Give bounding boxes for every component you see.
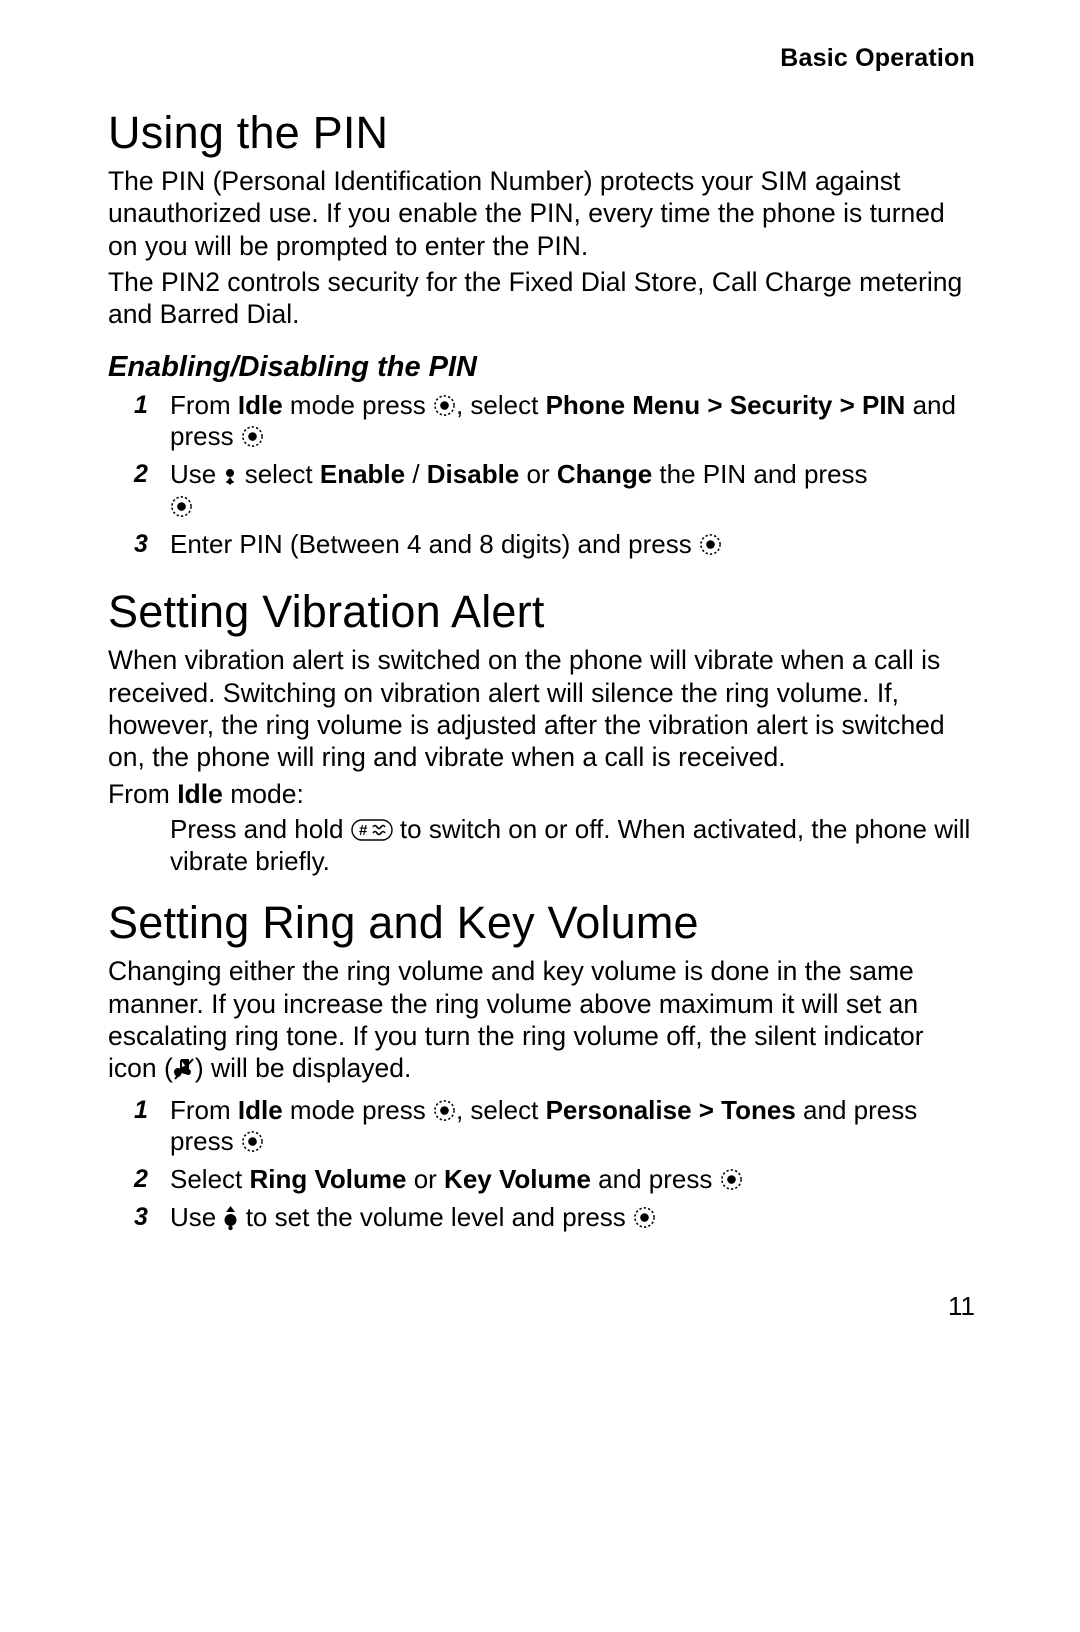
paragraph: Changing either the ring volume and key …	[108, 955, 975, 1084]
hash-key-icon: #	[351, 819, 393, 841]
nav-updown-icon	[223, 464, 237, 488]
subheading-enable-disable-pin: Enabling/Disabling the PIN	[108, 351, 975, 384]
step-item: 3 Use to set the volume level and press	[170, 1202, 975, 1234]
silent-indicator-icon	[173, 1057, 195, 1081]
step-number: 1	[134, 1095, 148, 1126]
disable-label: Disable	[427, 459, 520, 489]
change-label: Change	[557, 459, 652, 489]
step-text: /	[405, 459, 427, 489]
manual-page: Basic Operation Using the PIN The PIN (P…	[0, 0, 1080, 1632]
step-text: Use	[170, 1202, 223, 1232]
nav-select-icon	[699, 533, 722, 556]
step-item: 1 From Idle mode press , select Phone Me…	[170, 390, 975, 453]
nav-up-icon	[223, 1206, 238, 1232]
step-text: and press	[796, 1095, 917, 1125]
menu-path: Personalise > Tones	[546, 1095, 796, 1125]
step-text: select	[245, 459, 320, 489]
text: mode:	[223, 779, 304, 809]
idle-label: Idle	[238, 1095, 283, 1125]
paragraph: The PIN (Personal Identification Number)…	[108, 165, 975, 262]
text: ) will be displayed.	[195, 1053, 412, 1083]
step-text: to set the volume level and press	[246, 1202, 633, 1232]
enable-label: Enable	[320, 459, 405, 489]
step-list: 1 From Idle mode press , select Personal…	[108, 1095, 975, 1234]
heading-using-the-pin: Using the PIN	[108, 107, 975, 159]
idle-label: Idle	[238, 390, 283, 420]
nav-select-icon	[241, 1130, 264, 1153]
ring-volume-label: Ring Volume	[250, 1164, 407, 1194]
indented-instruction: Press and hold # to switch on or off. Wh…	[170, 814, 975, 877]
heading-ring-key-volume: Setting Ring and Key Volume	[108, 897, 975, 949]
step-number: 2	[134, 459, 148, 490]
step-item: 1 From Idle mode press , select Personal…	[170, 1095, 975, 1158]
step-number: 3	[134, 529, 148, 560]
step-text: mode press	[283, 1095, 433, 1125]
step-text: Use	[170, 459, 223, 489]
step-text: Enter PIN (Between 4 and 8 digits) and p…	[170, 529, 699, 559]
running-head: Basic Operation	[108, 44, 975, 73]
step-number: 1	[134, 390, 148, 421]
step-number: 3	[134, 1202, 148, 1233]
nav-select-icon	[170, 495, 193, 518]
step-text: Select	[170, 1164, 250, 1194]
step-text: From	[170, 390, 238, 420]
nav-select-icon	[633, 1206, 656, 1229]
key-volume-label: Key Volume	[444, 1164, 591, 1194]
paragraph: The PIN2 controls security for the Fixed…	[108, 266, 975, 331]
idle-label: Idle	[177, 779, 223, 809]
step-text: the PIN and press	[652, 459, 867, 489]
step-text: mode press	[283, 390, 433, 420]
step-item: 2 Select Ring Volume or Key Volume and p…	[170, 1164, 975, 1196]
step-item: 2 Use select Enable / Disable or Change …	[170, 459, 975, 522]
svg-text:#: #	[359, 822, 368, 839]
paragraph: When vibration alert is switched on the …	[108, 644, 975, 773]
paragraph: From Idle mode:	[108, 778, 975, 810]
nav-select-icon	[433, 1099, 456, 1122]
text: Press and hold	[170, 814, 351, 844]
step-text: or	[406, 1164, 444, 1194]
heading-vibration-alert: Setting Vibration Alert	[108, 586, 975, 638]
step-text: or	[519, 459, 557, 489]
text: From	[108, 779, 177, 809]
nav-select-icon	[720, 1168, 743, 1191]
step-text: and press	[591, 1164, 720, 1194]
menu-path: Phone Menu > Security > PIN	[546, 390, 906, 420]
step-text: , select	[456, 390, 546, 420]
nav-select-icon	[241, 425, 264, 448]
step-number: 2	[134, 1164, 148, 1195]
step-text: From	[170, 1095, 238, 1125]
step-item: 3 Enter PIN (Between 4 and 8 digits) and…	[170, 529, 975, 561]
nav-select-icon	[433, 394, 456, 417]
page-number: 11	[948, 1291, 975, 1322]
step-list: 1 From Idle mode press , select Phone Me…	[108, 390, 975, 561]
step-text: , select	[456, 1095, 546, 1125]
